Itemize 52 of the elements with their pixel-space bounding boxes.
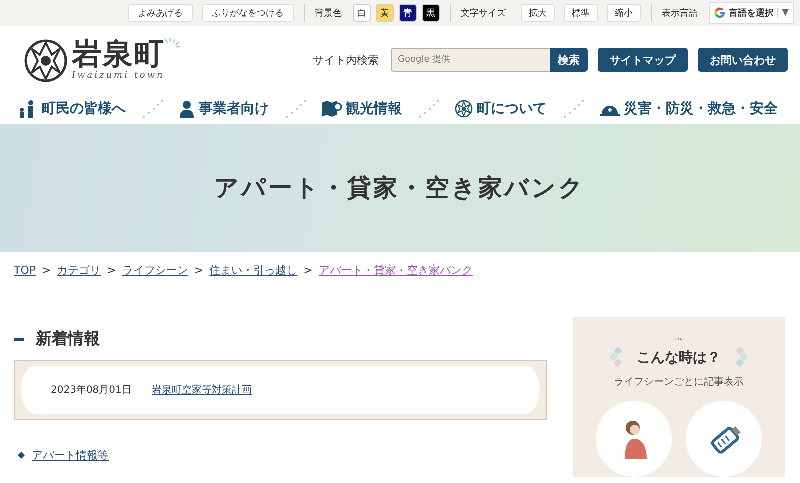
breadcrumb-separator: > — [194, 264, 204, 277]
nav-link[interactable]: 町について — [455, 100, 547, 118]
town-logo-title: 岩泉町 — [72, 39, 165, 71]
nav-link[interactable]: 町民の皆様へ — [18, 100, 126, 118]
language-select[interactable]: 言語を選択 ▼ — [709, 2, 794, 24]
breadcrumb-separator: > — [42, 264, 52, 277]
background-color-button[interactable]: 黄 — [376, 4, 394, 22]
dotted-divider-icon — [284, 99, 306, 119]
news-date: 2023年08月01日 — [51, 384, 132, 397]
font-size-button[interactable]: 縮小 — [607, 4, 642, 22]
search-button[interactable]: 検索 — [550, 48, 588, 72]
breadcrumb-link[interactable]: TOP — [14, 264, 36, 277]
language-label: 表示言語 — [662, 8, 698, 20]
map-icon — [322, 101, 342, 117]
breadcrumb-link[interactable]: ライフシーン — [122, 263, 188, 278]
page-title: アパート・貸家・空き家バンク — [214, 173, 586, 204]
nav-link[interactable]: 災害・防災・救急・安全 — [600, 100, 778, 118]
site-search-label: サイト内検索 — [313, 52, 379, 68]
town-emblem-icon — [24, 37, 68, 83]
background-color-button[interactable]: 黒 — [422, 4, 440, 22]
article-link[interactable]: アパート情報等 — [32, 448, 109, 463]
town-logo-subtitle: Iwaizumi town — [72, 71, 165, 81]
heading-dash-icon — [14, 338, 24, 341]
breadcrumb-separator: > — [107, 264, 116, 277]
diamond-bullet-icon — [18, 452, 26, 460]
header-link-button[interactable]: サイトマップ — [598, 48, 688, 72]
font-size-button[interactable]: 標準 — [564, 4, 598, 22]
dotted-divider-icon — [142, 99, 164, 119]
nav-link[interactable]: 事業者向け — [179, 100, 269, 118]
breadcrumb-link[interactable]: カテゴリ — [57, 263, 102, 278]
sidebar-subtitle: ライフシーンごとに記事表示 — [614, 376, 744, 389]
header-link-button[interactable]: お問い合わせ — [698, 48, 788, 72]
breadcrumb-link[interactable]: 住まい・引っ越し — [210, 263, 298, 278]
town-emblem-icon — [455, 100, 473, 118]
background-color-button[interactable]: 白 — [353, 4, 372, 22]
utility-button[interactable]: よみあげる — [128, 4, 194, 22]
utility-button[interactable]: ふりがなをつける — [202, 4, 294, 22]
nav-link[interactable]: 観光情報 — [322, 100, 402, 118]
sidebar-title: こんな時は？ — [637, 349, 721, 367]
breadcrumb-link[interactable]: アパート・貸家・空き家バンク — [318, 263, 473, 278]
dotted-divider-icon — [418, 99, 440, 119]
background-color-label: 背景色 — [315, 8, 342, 20]
person-icon — [179, 100, 195, 118]
section-heading: 新着情報 — [36, 329, 100, 350]
google-g-icon — [714, 7, 726, 19]
search-field[interactable]: Google 提供 — [391, 48, 550, 72]
news-link[interactable]: 岩泉町空家等対策計画 — [152, 383, 252, 397]
breadcrumb-separator: > — [304, 264, 313, 277]
dotted-divider-icon — [562, 99, 584, 119]
background-color-button[interactable]: 青 — [399, 4, 418, 22]
font-size-button[interactable]: 拡大 — [521, 4, 556, 22]
font-size-label: 文字サイズ — [461, 8, 506, 20]
